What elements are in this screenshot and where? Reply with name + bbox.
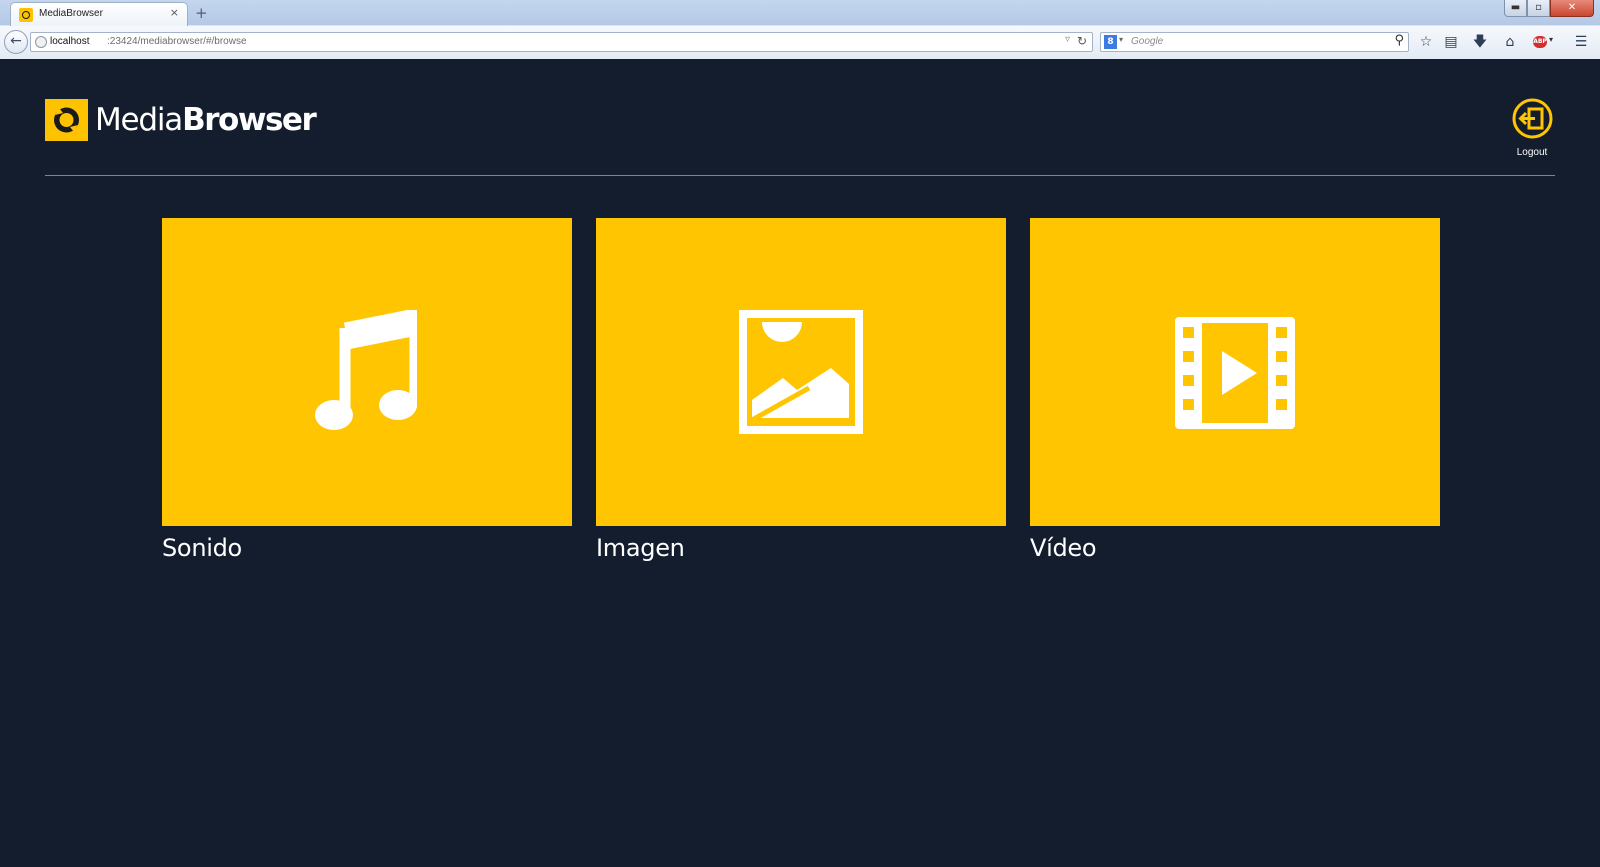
search-engine-icon[interactable]: 8 <box>1104 35 1117 49</box>
search-input[interactable]: Google <box>1131 36 1163 47</box>
star-icon[interactable]: ☆ <box>1416 32 1436 52</box>
category-tile-video[interactable] <box>1030 218 1440 526</box>
logout-button[interactable]: Logout <box>1504 98 1560 162</box>
category-label-sonido[interactable]: Sonido <box>162 534 242 562</box>
back-button[interactable]: ← <box>4 30 28 54</box>
logo-text-bold: Browser <box>182 102 317 138</box>
url-history-dropdown-icon[interactable]: ▿ <box>1065 34 1070 45</box>
header-divider <box>45 175 1555 176</box>
address-bar[interactable]: localhost :23424/mediabrowser/#/browse ▿… <box>30 32 1093 52</box>
window-controls: ▬ ▫ ✕ <box>1504 0 1594 18</box>
tab-close-icon[interactable]: × <box>170 6 179 19</box>
browser-chrome: MediaBrowser × + ▬ ▫ ✕ ← localhost :2342… <box>0 0 1600 59</box>
search-engine-dropdown-icon[interactable]: ▾ <box>1119 35 1123 44</box>
category-tile-imagen[interactable] <box>596 218 1006 526</box>
url-path: :23424/mediabrowser/#/browse <box>107 36 247 47</box>
maximize-button[interactable]: ▫ <box>1527 0 1550 17</box>
adblock-dropdown-icon[interactable]: ▾ <box>1549 35 1553 44</box>
logo-text-light: Media <box>95 102 183 138</box>
mediabrowser-logo-icon <box>45 99 88 141</box>
logout-icon <box>1512 98 1553 139</box>
tab-title: MediaBrowser <box>39 8 103 19</box>
browser-tab[interactable]: MediaBrowser × <box>10 2 188 26</box>
close-window-button[interactable]: ✕ <box>1550 0 1594 17</box>
search-icon[interactable]: ⚲ <box>1394 33 1404 48</box>
download-icon[interactable]: 🡇 <box>1470 32 1490 52</box>
adblock-icon[interactable]: ABP <box>1533 36 1547 48</box>
navigation-bar: ← localhost :23424/mediabrowser/#/browse… <box>0 26 1600 59</box>
mediabrowser-favicon-icon <box>19 8 33 22</box>
app-name: MediaBrowser <box>95 99 317 141</box>
app-logo[interactable]: MediaBrowser <box>45 99 317 141</box>
home-icon[interactable]: ⌂ <box>1500 32 1520 52</box>
image-icon <box>739 310 863 434</box>
reload-icon[interactable]: ↻ <box>1077 34 1087 48</box>
new-tab-button[interactable]: + <box>195 4 208 22</box>
search-bar[interactable]: 8 ▾ Google ⚲ <box>1100 32 1409 52</box>
category-tile-sonido[interactable] <box>162 218 572 526</box>
reading-list-icon[interactable]: ▤ <box>1441 32 1461 52</box>
back-arrow-icon: ← <box>10 33 22 49</box>
menu-icon[interactable]: ☰ <box>1571 32 1591 52</box>
film-play-icon <box>1175 317 1295 429</box>
category-label-video[interactable]: Vídeo <box>1030 534 1097 562</box>
site-identity-icon[interactable] <box>35 36 47 48</box>
logout-label: Logout <box>1516 147 1548 158</box>
category-label-imagen[interactable]: Imagen <box>596 534 685 562</box>
minimize-button[interactable]: ▬ <box>1504 0 1527 17</box>
url-host: localhost <box>50 36 90 47</box>
music-note-icon <box>315 310 417 430</box>
title-bar: MediaBrowser × + ▬ ▫ ✕ <box>0 0 1600 26</box>
